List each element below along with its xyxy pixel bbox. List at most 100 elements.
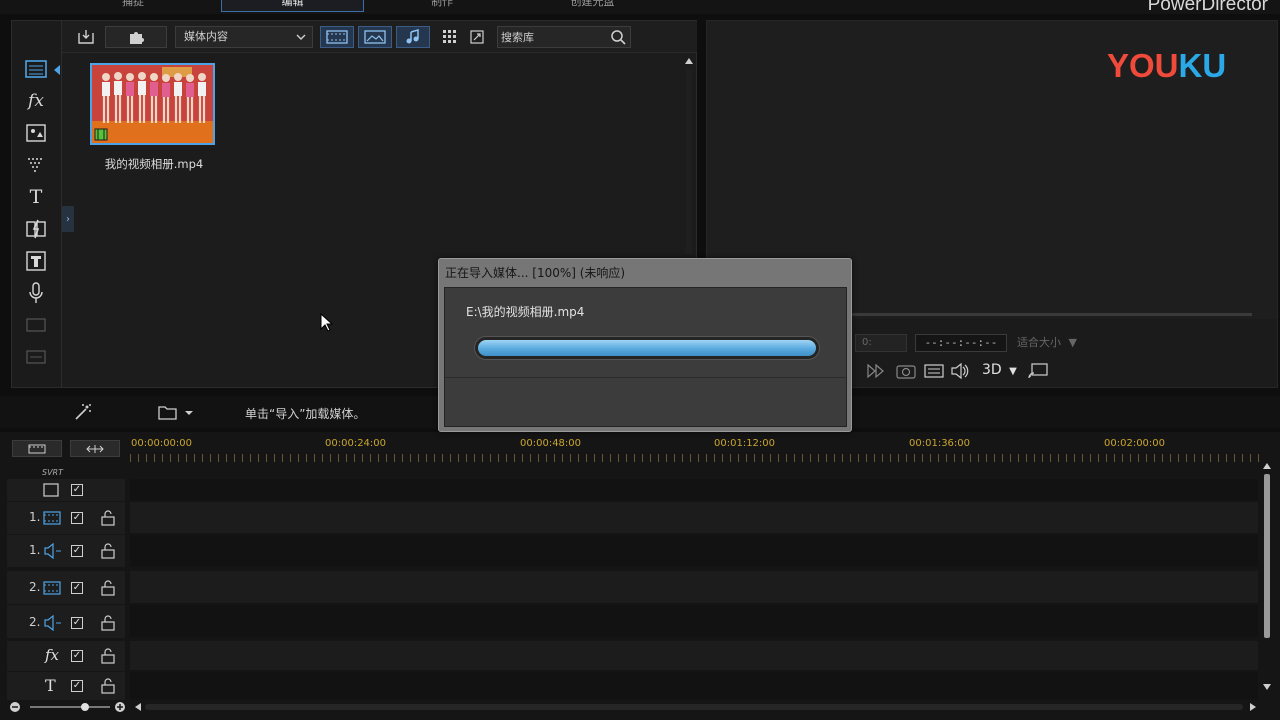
track-lane[interactable]: [130, 672, 1258, 700]
dialog-body: E:\我的视频相册.mp4: [444, 287, 847, 427]
lock-icon[interactable]: [101, 678, 115, 694]
storyboard-view-button[interactable]: [12, 440, 62, 457]
track-number: 2.: [29, 580, 41, 594]
track-lane[interactable]: [130, 535, 1258, 567]
dialog-divider: [445, 377, 846, 378]
track-enable-checkbox[interactable]: ✓: [71, 512, 83, 524]
track-header: 1. ✓: [7, 535, 125, 567]
tab-capture[interactable]: 捕捉: [96, 0, 170, 12]
lock-icon[interactable]: [101, 580, 115, 596]
plugin-button[interactable]: [105, 26, 167, 48]
search-icon[interactable]: [610, 29, 626, 48]
lock-icon[interactable]: [101, 648, 115, 664]
track-enable-checkbox[interactable]: ✓: [71, 484, 83, 496]
import-progress-fill: [478, 340, 816, 356]
zoom-fit-select[interactable]: 适合大小 ▼: [1017, 334, 1097, 352]
video-track-icon: [43, 511, 61, 525]
magic-tool-icon[interactable]: [74, 402, 92, 422]
app-title: PowerDirector: [1147, 0, 1268, 15]
title-icon: T: [45, 676, 56, 695]
fit-timeline-button[interactable]: [70, 440, 120, 457]
lock-icon[interactable]: [101, 615, 115, 631]
transition-room-icon[interactable]: [24, 217, 48, 241]
track-enable-checkbox[interactable]: ✓: [71, 650, 83, 662]
track-lane[interactable]: [130, 479, 1258, 501]
fast-forward-icon[interactable]: [865, 361, 887, 381]
library-search[interactable]: [497, 26, 631, 48]
filter-image-button[interactable]: [358, 26, 392, 48]
search-input[interactable]: [498, 27, 603, 47]
library-scrollbar[interactable]: [683, 55, 695, 255]
import-media-button[interactable]: [75, 26, 97, 48]
track-enable-checkbox[interactable]: ✓: [71, 617, 83, 629]
chapter-room-icon[interactable]: [24, 313, 48, 337]
active-room-indicator: [54, 65, 60, 75]
lock-icon[interactable]: [101, 543, 115, 559]
grid-view-icon[interactable]: [440, 26, 460, 48]
import-progress-bar: [474, 336, 820, 360]
top-menu-bar: 捕捉 编辑 制作 创建光盘 PowerDirector: [0, 0, 1280, 15]
fx-room-icon[interactable]: fx: [24, 89, 48, 113]
track-header: T ✓: [7, 672, 125, 700]
tab-produce[interactable]: 制作: [405, 0, 479, 12]
filter-video-button[interactable]: [320, 26, 354, 48]
svrt-label: SVRT: [42, 468, 63, 477]
folder-menu-button[interactable]: [158, 402, 196, 422]
external-display-icon[interactable]: [1027, 361, 1049, 381]
track-enable-checkbox[interactable]: ✓: [71, 680, 83, 692]
track-number: 2.: [29, 615, 41, 629]
media-content-dropdown[interactable]: 媒体内容: [175, 26, 313, 48]
volume-icon[interactable]: [949, 361, 971, 381]
audio-track-icon: [43, 543, 63, 559]
expand-panel-handle[interactable]: ›: [62, 206, 74, 232]
watermark-text: YOUKU: [1107, 47, 1226, 83]
pip-objects-icon[interactable]: [24, 121, 48, 145]
svrt-track: ✓: [0, 479, 1258, 501]
ruler-label: 00:01:12:00: [714, 438, 776, 449]
track-enable-checkbox[interactable]: ✓: [71, 582, 83, 594]
ruler-label: 00:02:00:00: [1104, 438, 1166, 449]
youku-watermark: YOUKU: [1107, 47, 1252, 86]
audio-track-icon: [43, 615, 63, 631]
tab-edit[interactable]: 编辑: [221, 0, 364, 12]
3d-mode-button[interactable]: 3D ▼: [982, 362, 1017, 378]
ruler-label: 00:00:00:00: [131, 438, 193, 449]
voice-record-icon[interactable]: [24, 281, 48, 305]
track-header: 2. ✓: [7, 571, 125, 604]
snapshot-icon[interactable]: [895, 361, 917, 381]
expand-icon[interactable]: [466, 26, 488, 48]
media-thumbnail[interactable]: [90, 63, 215, 145]
timeline-vertical-scrollbar[interactable]: [1262, 462, 1272, 692]
status-hint: 单击“导入”加载媒体。: [245, 407, 366, 421]
audio-track-1: 1. ✓: [0, 535, 1258, 567]
ruler-label: 00:01:36:00: [909, 438, 971, 449]
timeline-ruler[interactable]: 00:00:00:00 00:00:24:00 00:00:48:00 00:0…: [130, 432, 1260, 464]
track-lane[interactable]: [130, 502, 1258, 534]
track-number: 1.: [29, 543, 41, 557]
preview-seekbar[interactable]: [847, 313, 1252, 316]
svrt-box-icon[interactable]: [43, 483, 59, 497]
media-room-icon[interactable]: [24, 57, 48, 81]
subtitle-track-icon[interactable]: [24, 345, 48, 369]
lock-icon[interactable]: [101, 510, 115, 526]
filter-audio-button[interactable]: [396, 26, 430, 48]
track-enable-checkbox[interactable]: ✓: [71, 545, 83, 557]
subtitle-icon[interactable]: [923, 361, 945, 381]
dropdown-value: 媒体内容: [184, 30, 228, 43]
fx-icon: fx: [45, 646, 60, 664]
subtitle-room-icon[interactable]: [24, 249, 48, 273]
title-track: T ✓: [0, 672, 1258, 700]
tab-create-disc[interactable]: 创建光盘: [545, 0, 640, 12]
particle-icon[interactable]: [24, 153, 48, 177]
track-lane[interactable]: [130, 571, 1258, 604]
timecode-display[interactable]: --:--:--:--: [915, 334, 1007, 352]
title-room-icon[interactable]: T: [24, 185, 48, 209]
audio-track-2: 2. ✓: [0, 605, 1258, 638]
import-file-path: E:\我的视频相册.mp4: [466, 305, 585, 319]
effect-track: fx ✓: [0, 641, 1258, 671]
ruler-label: 00:00:48:00: [520, 438, 582, 449]
playback-mode-field[interactable]: 0:: [855, 334, 907, 352]
media-filename: 我的视频相册.mp4: [104, 157, 204, 171]
track-lane[interactable]: [130, 605, 1258, 638]
track-lane[interactable]: [130, 641, 1258, 671]
